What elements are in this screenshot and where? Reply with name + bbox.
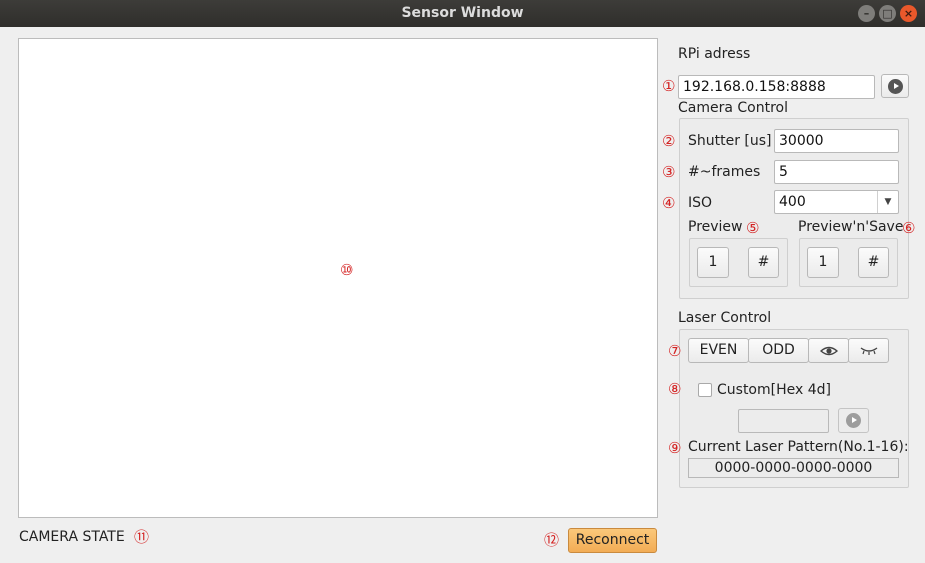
window-controls: – □ ×	[858, 5, 917, 22]
callout-3: ③	[662, 163, 676, 181]
odd-button[interactable]: ODD	[748, 338, 809, 363]
window-title: Sensor Window	[401, 5, 524, 21]
callout-9: ⑨	[668, 439, 682, 457]
iso-label: ISO	[688, 195, 713, 211]
eye-closed-icon	[860, 347, 877, 355]
iso-selected-value: 400	[779, 194, 806, 210]
preview-single-button[interactable]: 1	[697, 247, 729, 278]
shutter-label: Shutter [us]	[688, 133, 772, 149]
callout-12: ⑫	[544, 531, 560, 549]
close-icon[interactable]: ×	[900, 5, 917, 22]
camera-view	[18, 38, 658, 518]
custom-checkbox[interactable]	[698, 383, 712, 397]
callout-2: ②	[662, 132, 676, 150]
laser-on-button[interactable]	[808, 338, 849, 363]
laser-control-title: Laser Control	[678, 310, 772, 326]
minimize-icon[interactable]: –	[858, 5, 875, 22]
chevron-down-icon[interactable]: ▼	[877, 191, 898, 213]
preview-save-label: Preview'n'Save	[798, 219, 904, 235]
rpi-address-label: RPi adress	[678, 46, 751, 62]
laser-pattern-value: 0000-0000-0000-0000	[688, 458, 899, 478]
camera-control-title: Camera Control	[678, 100, 788, 116]
callout-8: ⑧	[668, 380, 682, 398]
reconnect-button[interactable]: Reconnect	[568, 528, 657, 553]
even-button[interactable]: EVEN	[688, 338, 749, 363]
camera-state-label: CAMERA STATE	[19, 529, 125, 545]
preview-label: Preview	[688, 219, 743, 235]
preview-save-multi-button[interactable]: #	[858, 247, 889, 278]
play-icon	[846, 412, 861, 428]
preview-multi-button[interactable]: #	[748, 247, 779, 278]
preview-save-single-button[interactable]: 1	[807, 247, 839, 278]
rpi-address-input[interactable]: 192.168.0.158:8888	[678, 75, 875, 99]
callout-6: ⑥	[902, 219, 916, 237]
callout-5: ⑤	[746, 219, 760, 237]
frames-input[interactable]: 5	[774, 160, 899, 184]
custom-label: Custom[Hex 4d]	[717, 382, 831, 398]
maximize-icon[interactable]: □	[879, 5, 896, 22]
frames-label: #~frames	[688, 164, 761, 180]
callout-10: ⑩	[340, 261, 354, 279]
callout-4: ④	[662, 194, 676, 212]
shutter-input[interactable]: 30000	[774, 129, 899, 153]
iso-select[interactable]: 400 ▼	[774, 190, 899, 214]
callout-1: ①	[662, 77, 676, 95]
title-bar: Sensor Window – □ ×	[0, 0, 925, 27]
play-icon	[887, 78, 903, 94]
connect-button[interactable]	[881, 74, 909, 98]
eye-icon	[819, 346, 838, 356]
laser-off-button[interactable]	[848, 338, 889, 363]
laser-pattern-label: Current Laser Pattern(No.1-16):	[688, 439, 909, 455]
callout-11: ⑪	[134, 528, 150, 546]
send-custom-button[interactable]	[838, 408, 869, 433]
callout-7: ⑦	[668, 342, 682, 360]
custom-hex-input[interactable]	[738, 409, 829, 433]
